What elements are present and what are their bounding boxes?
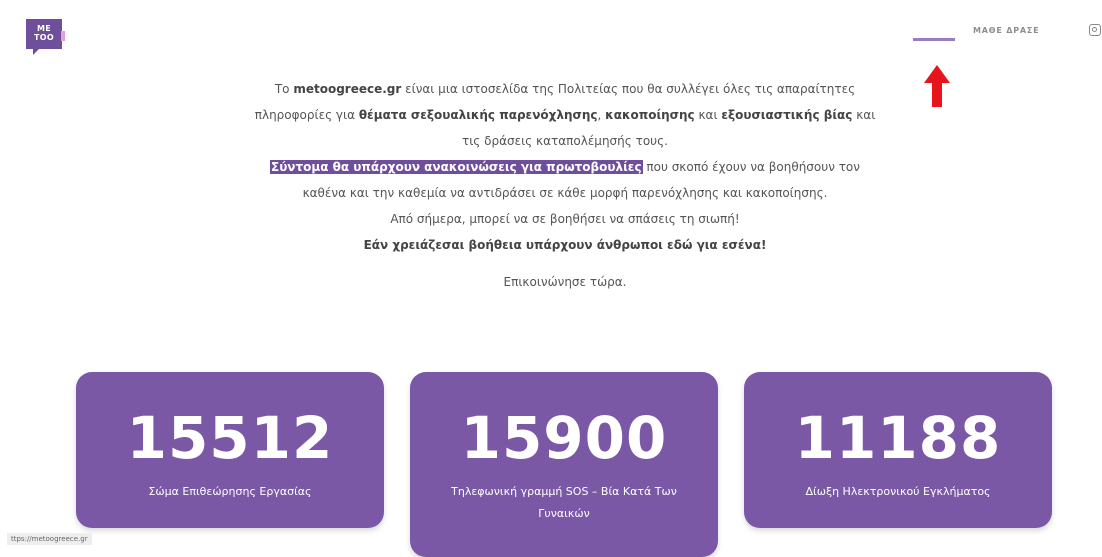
intro-line-5: καθένα και την καθεμία να αντιδράσει σε … <box>302 186 828 200</box>
metoo-logo[interactable]: ME TOO <box>26 19 65 55</box>
hotline-number: 15512 <box>126 404 334 472</box>
nav-learn-act-link[interactable]: ΜΑΘΕ ΔΡΑΣΕ <box>973 26 1039 35</box>
logo-text-me: ME <box>36 24 52 33</box>
intro-line-3: τις δράσεις καταπολέμησής τους. <box>462 134 668 148</box>
instagram-icon[interactable] <box>1089 24 1101 36</box>
hotline-card-labor[interactable]: 15512 Σώμα Επιθεώρησης Εργασίας <box>76 372 384 528</box>
intro-line-6: Από σήμερα, μπορεί να σε βοηθήσει να σπά… <box>390 212 740 226</box>
hotline-card-cybercrime[interactable]: 11188 Δίωξη Ηλεκτρονικού Εγκλήματος <box>744 372 1052 528</box>
intro-line-7: Εάν χρειάζεσαι βοήθεια υπάρχουν άνθρωποι… <box>363 238 767 252</box>
logo-speech-tail <box>33 49 39 55</box>
hotline-card-sos[interactable]: 15900 Τηλεφωνική γραμμή SOS – Βία Κατά Τ… <box>410 372 718 557</box>
hotline-label: Σώμα Επιθεώρησης Εργασίας <box>148 485 312 498</box>
contact-now-text: Επικοινώνησε τώρα. <box>503 275 627 289</box>
status-bar-url: ttps://metoogreece.gr <box>7 533 92 545</box>
intro-text: Το metoogreece.gr είναι μια ιστοσελίδα τ… <box>230 76 900 258</box>
intro-line-2: πληροφορίες για θέματα σεξουαλικής παρεν… <box>254 108 876 122</box>
intro-line-1: Το metoogreece.gr είναι μια ιστοσελίδα τ… <box>274 82 856 96</box>
hotline-number: 11188 <box>794 404 1002 472</box>
red-arrow-annotation <box>924 65 950 107</box>
logo-text-too: TOO <box>34 33 54 42</box>
hotline-label: Δίωξη Ηλεκτρονικού Εγκλήματος <box>805 485 991 498</box>
highlighted-announcement: Σύντομα θα υπάρχουν ανακοινώσεις για πρω… <box>270 160 643 174</box>
logo-accent <box>61 31 65 41</box>
hotline-label: Τηλεφωνική γραμμή SOS – Βία Κατά Των Γυν… <box>451 485 677 520</box>
intro-line-4: Σύντομα θα υπάρχουν ανακοινώσεις για πρω… <box>270 160 860 174</box>
nav-active-indicator[interactable] <box>913 38 955 41</box>
hotline-number: 15900 <box>460 404 668 472</box>
